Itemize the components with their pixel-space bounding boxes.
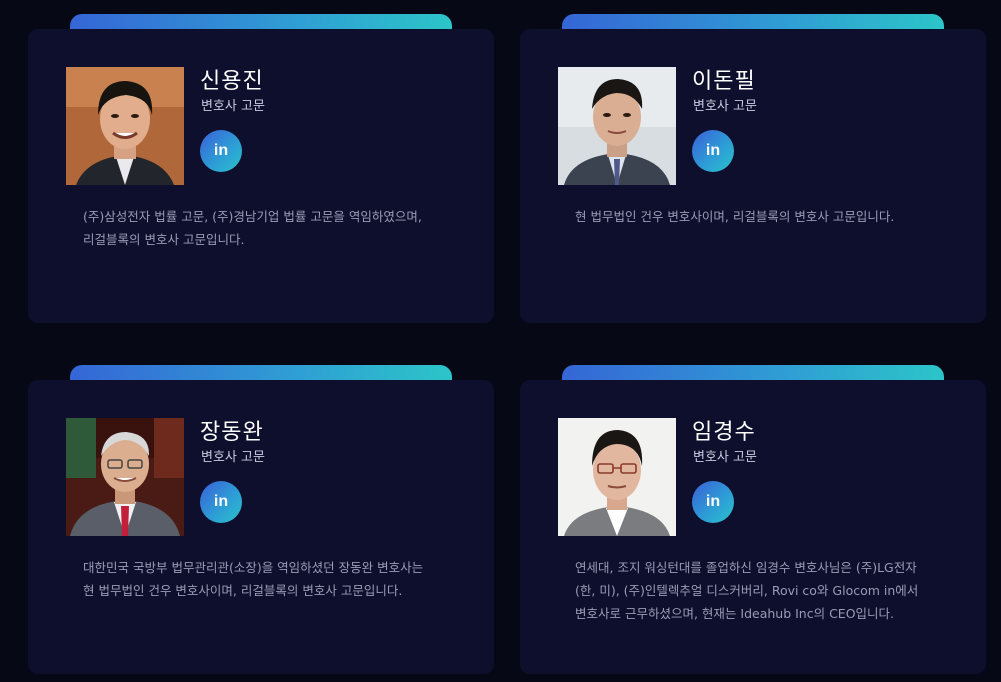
linkedin-button[interactable]: in [200, 481, 242, 523]
advisor-photo [66, 418, 184, 536]
advisor-card-body: 이돈필 변호사 고문 in 현 법무법인 건우 변호사이며, 리걸블록의 변호사… [520, 29, 986, 323]
advisor-photo [558, 67, 676, 185]
advisor-card-body: 장동완 변호사 고문 in 대한민국 국방부 법무관리관(소장)을 역임하셨던 … [28, 380, 494, 674]
advisor-role: 변호사 고문 [201, 99, 265, 114]
portrait-image [558, 67, 676, 185]
advisor-photo [558, 418, 676, 536]
portrait-image [66, 418, 184, 536]
linkedin-icon: in [705, 493, 721, 510]
advisor-description: 대한민국 국방부 법무관리관(소장)을 역임하셨던 장동완 변호사는 현 법무법… [83, 560, 424, 598]
advisor-name: 신용진 [200, 69, 264, 94]
advisor-card-body: 임경수 변호사 고문 in 연세대, 조지 워싱턴대를 졸업하신 임경수 변호사… [520, 380, 986, 674]
advisor-card: 장동완 변호사 고문 in 대한민국 국방부 법무관리관(소장)을 역임하셨던 … [28, 365, 494, 677]
advisor-role: 변호사 고문 [693, 450, 757, 465]
advisor-name: 장동완 [200, 420, 264, 445]
advisor-photo [66, 67, 184, 185]
linkedin-button[interactable]: in [692, 481, 734, 523]
linkedin-icon: in [705, 142, 721, 159]
advisor-role: 변호사 고문 [201, 450, 265, 465]
advisor-description: 연세대, 조지 워싱턴대를 졸업하신 임경수 변호사님은 (주)LG전자(한, … [575, 560, 919, 621]
linkedin-button[interactable]: in [200, 130, 242, 172]
portrait-image [66, 67, 184, 185]
advisor-description: (주)삼성전자 법률 고문, (주)경남기업 법률 고문을 역임하였으며, 리걸… [83, 209, 422, 247]
advisor-name: 이돈필 [692, 69, 756, 94]
advisor-card: 신용진 변호사 고문 in (주)삼성전자 법률 고문, (주)경남기업 법률 … [28, 14, 494, 324]
advisor-description: 현 법무법인 건우 변호사이며, 리걸블록의 변호사 고문입니다. [575, 209, 895, 224]
advisor-name: 임경수 [692, 420, 756, 445]
linkedin-icon: in [213, 493, 229, 510]
advisor-card: 임경수 변호사 고문 in 연세대, 조지 워싱턴대를 졸업하신 임경수 변호사… [520, 365, 986, 677]
advisor-card-body: 신용진 변호사 고문 in (주)삼성전자 법률 고문, (주)경남기업 법률 … [28, 29, 494, 323]
advisor-role: 변호사 고문 [693, 99, 757, 114]
portrait-image [558, 418, 676, 536]
linkedin-button[interactable]: in [692, 130, 734, 172]
advisor-grid: 신용진 변호사 고문 in (주)삼성전자 법률 고문, (주)경남기업 법률 … [0, 0, 1001, 682]
advisor-card: 이돈필 변호사 고문 in 현 법무법인 건우 변호사이며, 리걸블록의 변호사… [520, 14, 986, 324]
linkedin-icon: in [213, 142, 229, 159]
